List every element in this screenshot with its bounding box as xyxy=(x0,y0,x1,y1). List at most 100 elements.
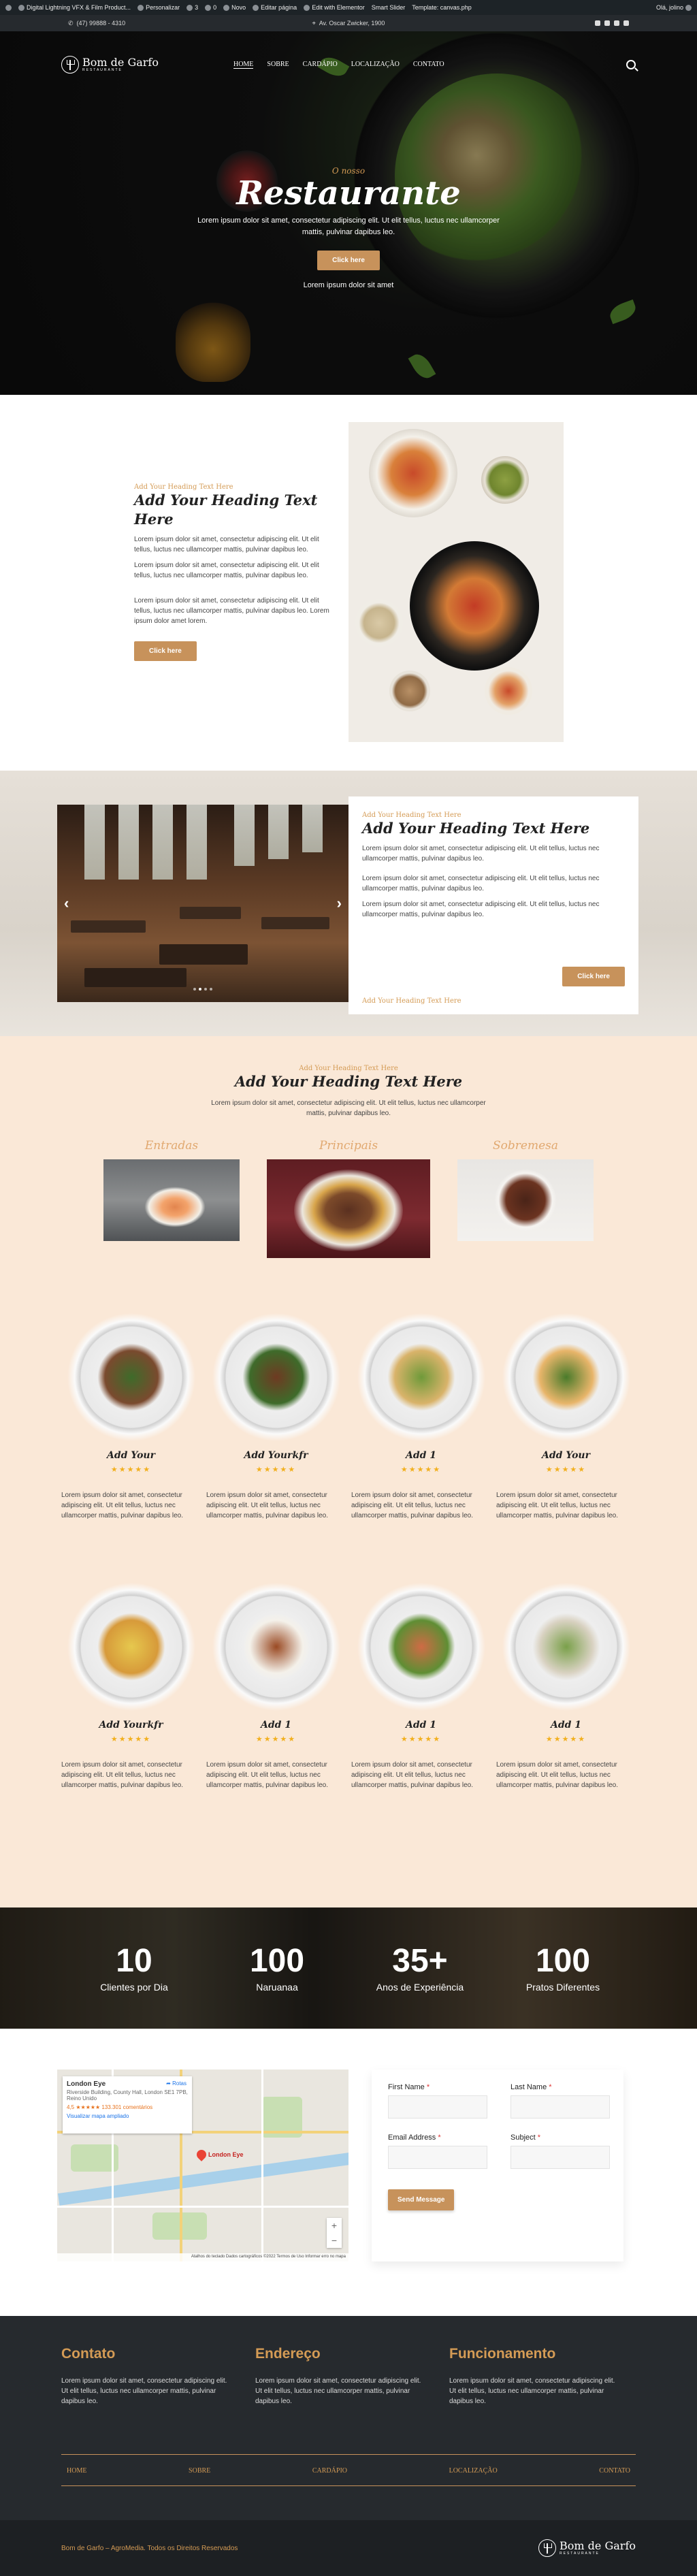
restaurant-slider[interactable]: ‹ › xyxy=(57,805,348,1002)
map-directions-link[interactable]: ➦ Rotas xyxy=(166,2080,187,2087)
product-card[interactable]: Add 1 ★★★★★ Lorem ipsum dolor sit amet, co… xyxy=(206,1582,346,1790)
product-name: Add 1 xyxy=(405,1450,437,1461)
product-image xyxy=(356,1313,486,1442)
admin-bar: Digital Lightning VFX & Film Product... … xyxy=(0,0,697,15)
email-field[interactable] xyxy=(388,2146,487,2169)
restaurant-paragraph: Lorem ipsum dolor sit amet, consectetur … xyxy=(362,901,600,918)
category-entradas[interactable]: Entradas xyxy=(103,1139,240,1258)
product-card[interactable]: Add Your ★★★★★ Lorem ipsum dolor sit amet,… xyxy=(496,1313,636,1521)
counter-item: 100 Naruanaa xyxy=(206,1944,348,1993)
product-card[interactable]: Add 1 ★★★★★ Lorem ipsum dolor sit amet, co… xyxy=(351,1313,491,1521)
about-section: Add Your Heading Text Here Add Your Head… xyxy=(0,395,697,771)
product-description: Lorem ipsum dolor sit amet, consectetur … xyxy=(206,1761,328,1789)
location-pin-icon: ⌖ xyxy=(312,19,316,27)
admin-site-link[interactable]: Digital Lightning VFX & Film Product... xyxy=(18,4,131,11)
product-image xyxy=(66,1582,196,1711)
about-paragraph: Lorem ipsum dolor sit amet, consectetur … xyxy=(134,562,319,579)
youtube-icon[interactable] xyxy=(623,20,630,26)
counter-label: Naruanaa xyxy=(256,1982,298,1993)
counter-number: 35+ xyxy=(392,1943,448,1979)
shrimp-dish-image xyxy=(103,1159,240,1241)
slider-prev-arrow[interactable]: ‹ xyxy=(64,895,69,912)
admin-smart-slider-link[interactable]: Smart Slider xyxy=(372,4,406,11)
twitter-icon[interactable] xyxy=(604,20,611,26)
admin-template-info[interactable]: Template: canvas.php xyxy=(412,4,472,11)
restaurant-cta-button[interactable]: Click here xyxy=(562,967,625,986)
main-nav: Bom de Garfo RESTAURANTE HOME SOBRE CARD… xyxy=(0,48,697,82)
product-description: Lorem ipsum dolor sit amet, consectetur … xyxy=(206,1492,328,1519)
nav-item-home[interactable]: HOME xyxy=(233,61,254,69)
product-card[interactable]: Add 1 ★★★★★ Lorem ipsum dolor sit amet, co… xyxy=(351,1582,491,1790)
slider-next-arrow[interactable]: › xyxy=(337,895,342,912)
slider-dot[interactable] xyxy=(210,988,212,991)
map-pin-icon[interactable] xyxy=(195,2148,208,2161)
admin-user-greeting[interactable]: Olá, jolino xyxy=(656,4,692,11)
footer-column-text: Lorem ipsum dolor sit amet, consectetur … xyxy=(449,2377,615,2405)
map-zoom-controls[interactable]: + − xyxy=(327,2218,342,2248)
pasta-dishes-image xyxy=(348,422,564,742)
product-image xyxy=(501,1582,631,1711)
nav-item-sobre[interactable]: SOBRE xyxy=(267,61,289,69)
hero-cta-button[interactable]: Click here xyxy=(317,251,380,270)
first-name-field[interactable] xyxy=(388,2095,487,2119)
footer-column-title: Contato xyxy=(61,2346,116,2362)
zoom-out-icon[interactable]: − xyxy=(327,2233,342,2248)
steak-fries-image xyxy=(267,1159,430,1258)
send-message-button[interactable]: Send Message xyxy=(388,2189,455,2210)
zoom-in-icon[interactable]: + xyxy=(327,2218,342,2233)
footer-nav-localizacao[interactable]: LOCALIZAÇÃO xyxy=(449,2467,498,2485)
nav-item-contato[interactable]: CONTATO xyxy=(413,61,444,69)
category-sobremesa[interactable]: Sobremesa xyxy=(457,1139,594,1258)
fork-logo-icon xyxy=(538,2539,557,2557)
menu-intro-text: Lorem ipsum dolor sit amet, consectetur … xyxy=(211,1099,486,1117)
product-name: Add Your xyxy=(542,1450,590,1461)
category-principais[interactable]: Principais xyxy=(267,1139,430,1258)
map-place-address: Riverside Building, County Hall, London … xyxy=(67,2089,188,2102)
nav-item-localizacao[interactable]: LOCALIZAÇÃO xyxy=(351,61,400,69)
google-map[interactable]: London Eye Riverside Building, County Ha… xyxy=(57,2070,348,2261)
subject-field[interactable] xyxy=(510,2146,610,2169)
address-text: Av. Oscar Zwicker, 1900 xyxy=(319,20,385,27)
facebook-icon[interactable] xyxy=(595,20,601,26)
product-card[interactable]: Add Yourkfr ★★★★★ Lorem ipsum dolor sit am… xyxy=(61,1582,201,1790)
footer-logo[interactable]: Bom de Garfo RESTAURANTE xyxy=(538,2539,636,2557)
admin-new-link[interactable]: Novo xyxy=(223,4,246,11)
copyright-text: Bom de Garfo – AgroMedia. Todos os Direi… xyxy=(61,2544,238,2552)
fork-logo-icon xyxy=(61,56,79,74)
nav-menu: HOME SOBRE CARDÁPIO LOCALIZAÇÃO CONTATO xyxy=(233,61,444,69)
product-card[interactable]: Add Your ★★★★★ Lorem ipsum dolor sit amet,… xyxy=(61,1313,201,1521)
about-heading: Add Your Heading Text Here xyxy=(134,492,318,528)
slider-dot[interactable] xyxy=(204,988,207,991)
product-card[interactable]: Add 1 ★★★★★ Lorem ipsum dolor sit amet, co… xyxy=(496,1582,636,1790)
footer-nav-cardapio[interactable]: CARDÁPIO xyxy=(312,2467,347,2485)
last-name-field[interactable] xyxy=(510,2095,610,2119)
footer-nav-home[interactable]: HOME xyxy=(67,2467,86,2485)
wordpress-icon[interactable] xyxy=(5,4,12,11)
admin-customize-link[interactable]: Personalizar xyxy=(137,4,180,11)
site-logo[interactable]: Bom de Garfo RESTAURANTE xyxy=(61,56,159,74)
instagram-icon[interactable] xyxy=(614,20,620,26)
about-cta-button[interactable]: Click here xyxy=(134,641,197,661)
logo-name: Bom de Garfo xyxy=(82,56,159,69)
admin-edit-page-link[interactable]: Editar página xyxy=(253,4,297,11)
admin-comments-link[interactable]: 0 xyxy=(205,4,216,11)
slider-dot[interactable] xyxy=(193,988,196,991)
product-card[interactable]: Add Yourkfr ★★★★★ Lorem ipsum dolor sit am… xyxy=(206,1313,346,1521)
counter-item: 100 Pratos Diferentes xyxy=(491,1944,634,1993)
search-icon[interactable] xyxy=(626,60,636,69)
about-kicker: Add Your Heading Text Here xyxy=(134,483,233,491)
footer-column-funcionamento: Funcionamento Lorem ipsum dolor sit amet,… xyxy=(449,2346,616,2406)
nav-item-cardapio[interactable]: CARDÁPIO xyxy=(303,61,338,69)
admin-updates-link[interactable]: 3 xyxy=(187,4,198,11)
map-view-larger-link[interactable]: Visualizar mapa ampliado xyxy=(67,2113,188,2119)
footer-nav-contato[interactable]: CONTATO xyxy=(599,2467,630,2485)
product-description: Lorem ipsum dolor sit amet, consectetur … xyxy=(496,1761,618,1789)
counter-label: Clientes por Dia xyxy=(100,1982,168,1993)
admin-elementor-link[interactable]: Edit with Elementor xyxy=(304,4,365,11)
slider-dot[interactable] xyxy=(199,988,201,991)
restaurant-section: ‹ › Add Your Heading Text Here Add Your … xyxy=(0,771,697,1036)
slider-dots xyxy=(57,982,348,994)
update-icon xyxy=(187,4,193,11)
footer-nav-sobre[interactable]: SOBRE xyxy=(189,2467,210,2485)
counters-section: 10 Clientes por Dia 100 Naruanaa 35+ Anos d… xyxy=(0,1907,697,2029)
